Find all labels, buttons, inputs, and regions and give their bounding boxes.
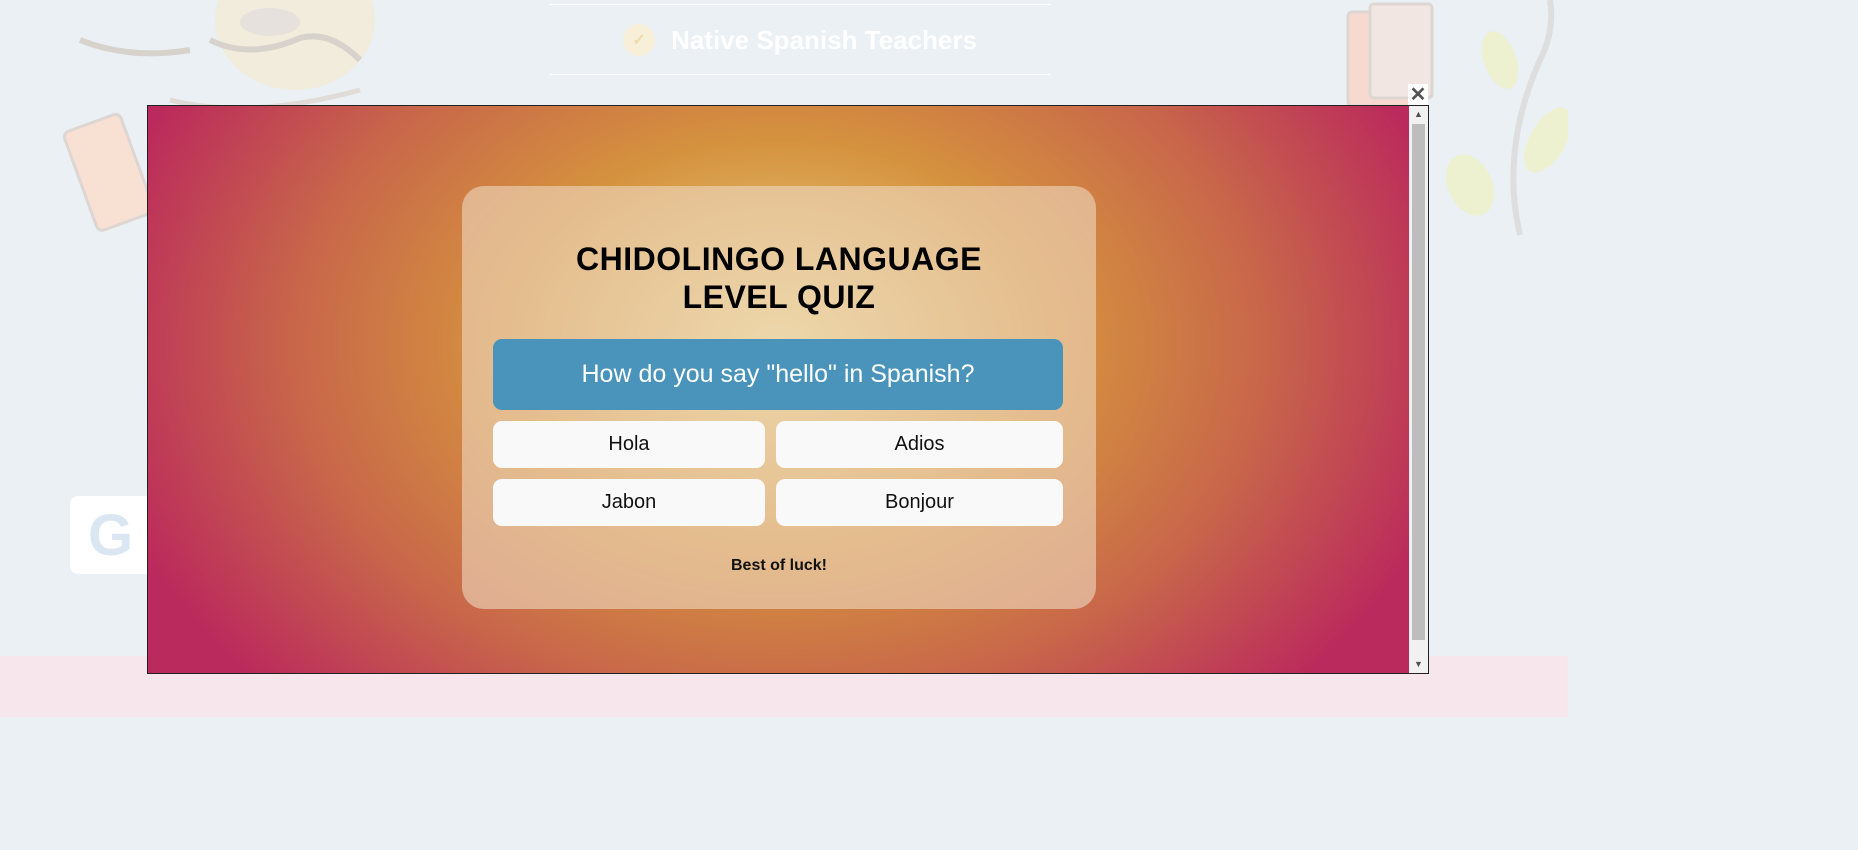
popup-content: CHIDOLINGO LANGUAGE LEVEL QUIZ How do yo… <box>148 106 1409 673</box>
feature-list: ✓ Native Spanish Teachers <box>549 0 1051 110</box>
book-stack-illustration <box>62 112 155 232</box>
feature-label: Native Spanish Teachers <box>671 24 977 55</box>
answer-button-adios[interactable]: Adios <box>776 421 1063 468</box>
plant-illustration <box>1445 0 1568 236</box>
scroll-down-icon[interactable]: ▼ <box>1409 656 1428 673</box>
quiz-title-line-1: CHIDOLINGO LANGUAGE <box>576 241 982 277</box>
close-icon[interactable]: ✕ <box>1408 84 1428 106</box>
check-icon: ✓ <box>623 24 656 56</box>
answer-button-hola[interactable]: Hola <box>493 421 765 468</box>
quiz-title-line-2: LEVEL QUIZ <box>682 279 876 315</box>
quiz-footer-text: Best of luck! <box>730 557 827 574</box>
answer-button-bonjour[interactable]: Bonjour <box>776 479 1063 526</box>
scrollbar-thumb[interactable] <box>1412 124 1425 640</box>
scroll-up-icon[interactable]: ▲ <box>1409 106 1428 123</box>
quiz-card: CHIDOLINGO LANGUAGE LEVEL QUIZ How do yo… <box>462 186 1096 609</box>
answer-button-jabon[interactable]: Jabon <box>493 479 765 526</box>
quiz-popup: CHIDOLINGO LANGUAGE LEVEL QUIZ How do yo… <box>147 105 1429 674</box>
divider <box>549 74 1051 75</box>
popup-scrollbar[interactable]: ▲ ▼ <box>1409 106 1428 673</box>
quiz-title: CHIDOLINGO LANGUAGE LEVEL QUIZ <box>462 240 1096 316</box>
mascot-illustration <box>78 0 375 110</box>
feature-item: ✓ Native Spanish Teachers <box>549 5 1051 75</box>
google-logo-icon: G <box>88 502 134 568</box>
question-text: How do you say "hello" in Spanish? <box>493 339 1063 410</box>
